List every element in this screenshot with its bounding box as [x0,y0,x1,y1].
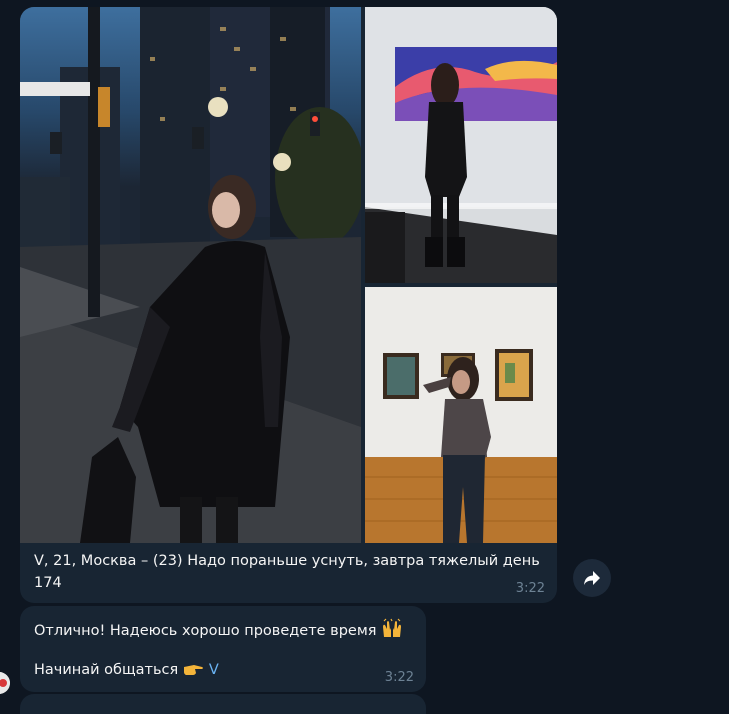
photo-gallery-back-image [365,7,557,283]
reply-message: Отлично! Надеюсь хорошо проведете время … [20,606,426,692]
photo-gallery-front[interactable] [365,287,557,543]
next-message-bubble [20,694,426,714]
caption-line-1: V, 21, Москва – (23) Надо пораньше уснут… [34,553,540,569]
avatar-image [0,672,10,694]
reply-text-line: Отлично! Надеюсь хорошо проведете время [34,618,403,644]
album-message: V, 21, Москва – (23) Надо пораньше уснут… [20,7,557,603]
photo-gallery-back[interactable] [365,7,557,283]
reply-timestamp: 3:22 [384,670,414,685]
photo-gallery-front-image [365,287,557,543]
prompt-line: Начинай общаться V [34,660,219,683]
user-mention-link[interactable]: V [209,662,219,678]
photo-street[interactable] [20,7,361,543]
album-caption: V, 21, Москва – (23) Надо пораньше уснут… [34,550,549,594]
reply-text: Отлично! Надеюсь хорошо проведете время [34,623,377,639]
prompt-text: Начинай общаться [34,662,179,678]
raised-hands-icon [381,618,403,644]
avatar[interactable] [0,672,10,694]
pointing-right-icon [182,661,204,683]
forward-arrow-icon [584,571,600,585]
photo-street-image [20,7,361,543]
album-timestamp: 3:22 [515,581,545,596]
forward-button[interactable] [573,559,611,597]
caption-line-2: 174 [34,575,62,591]
